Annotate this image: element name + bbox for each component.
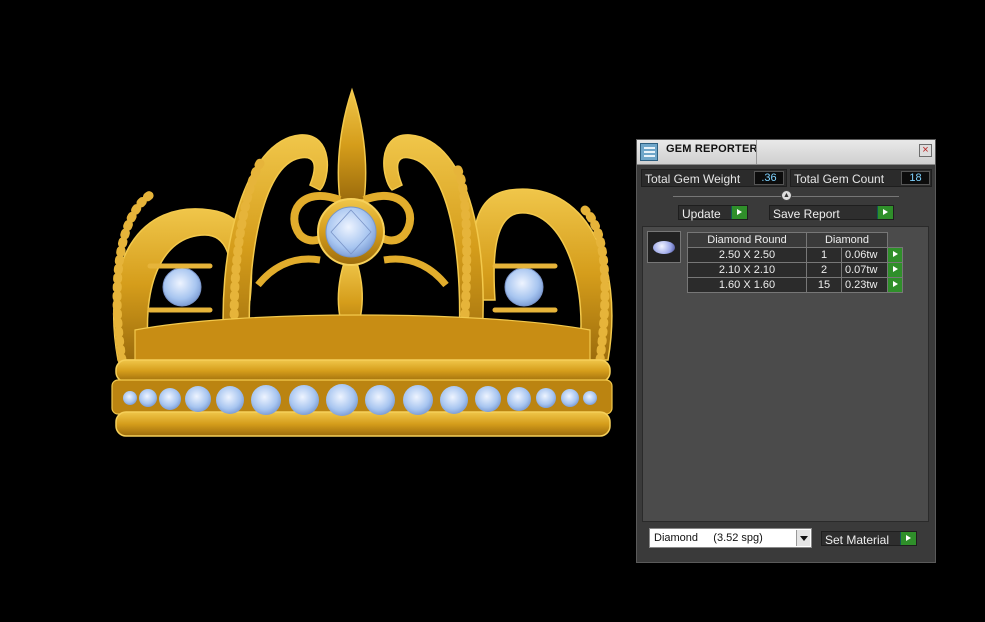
go-arrow-icon[interactable]: [877, 206, 893, 219]
slider-knob-icon[interactable]: ▲: [781, 190, 792, 201]
gem-list: Diamond Round Diamond 2.50 X 2.50 1 0.06…: [642, 226, 929, 522]
go-arrow-icon[interactable]: [887, 277, 903, 293]
total-gem-count-label: Total Gem Count: [794, 172, 885, 186]
update-button-label: Update: [682, 207, 721, 221]
go-arrow-icon[interactable]: [900, 532, 916, 545]
go-arrow-icon[interactable]: [731, 206, 747, 219]
gem-thumbnail-icon[interactable]: [647, 231, 681, 263]
gem-size: 1.60 X 1.60: [687, 277, 807, 293]
titlebar-divider: [756, 140, 757, 164]
table-row[interactable]: 1.60 X 1.60 15 0.23tw: [687, 277, 903, 293]
total-gem-weight-label: Total Gem Weight: [645, 172, 741, 186]
material-select[interactable]: Diamond (3.52 spg): [649, 528, 812, 548]
gem-size: 2.10 X 2.10: [687, 262, 807, 278]
go-arrow-icon[interactable]: [887, 247, 903, 263]
save-report-button-label: Save Report: [773, 207, 840, 221]
gem-table-header: Diamond Round Diamond: [687, 232, 903, 248]
gem-reporter-icon: [640, 143, 658, 161]
gem-count: 1: [806, 247, 842, 263]
gem-count: 2: [806, 262, 842, 278]
close-icon[interactable]: ×: [919, 144, 932, 157]
total-gem-weight: Total Gem Weight .36: [641, 169, 787, 187]
gem-table: Diamond Round Diamond 2.50 X 2.50 1 0.06…: [687, 232, 903, 293]
table-row[interactable]: 2.10 X 2.10 2 0.07tw: [687, 262, 903, 278]
panel-title: GEM REPORTER: [666, 143, 758, 155]
gem-weight: 0.23tw: [841, 277, 888, 293]
material-select-value: Diamond (3.52 spg): [654, 532, 763, 544]
table-row[interactable]: 2.50 X 2.50 1 0.06tw: [687, 247, 903, 263]
dropdown-arrow-icon[interactable]: [796, 530, 810, 546]
go-arrow-icon[interactable]: [887, 262, 903, 278]
update-button[interactable]: Update: [678, 205, 748, 221]
gem-count: 15: [806, 277, 842, 293]
panel-titlebar[interactable]: GEM REPORTER ×: [637, 140, 935, 165]
save-report-button[interactable]: Save Report: [769, 205, 894, 221]
header-gem-shape: Diamond Round: [687, 232, 807, 248]
gem-reporter-panel: GEM REPORTER × Total Gem Weight .36 Tota…: [636, 139, 936, 563]
gem-weight: 0.07tw: [841, 262, 888, 278]
total-gem-count: Total Gem Count 18: [790, 169, 932, 187]
total-gem-weight-value: .36: [754, 171, 784, 185]
total-gem-count-value: 18: [901, 171, 930, 185]
gem-size: 2.50 X 2.50: [687, 247, 807, 263]
set-material-button[interactable]: Set Material: [821, 531, 917, 547]
header-gem-material: Diamond: [806, 232, 888, 248]
gem-weight: 0.06tw: [841, 247, 888, 263]
header-spacer: [888, 233, 903, 248]
set-material-button-label: Set Material: [825, 533, 890, 547]
